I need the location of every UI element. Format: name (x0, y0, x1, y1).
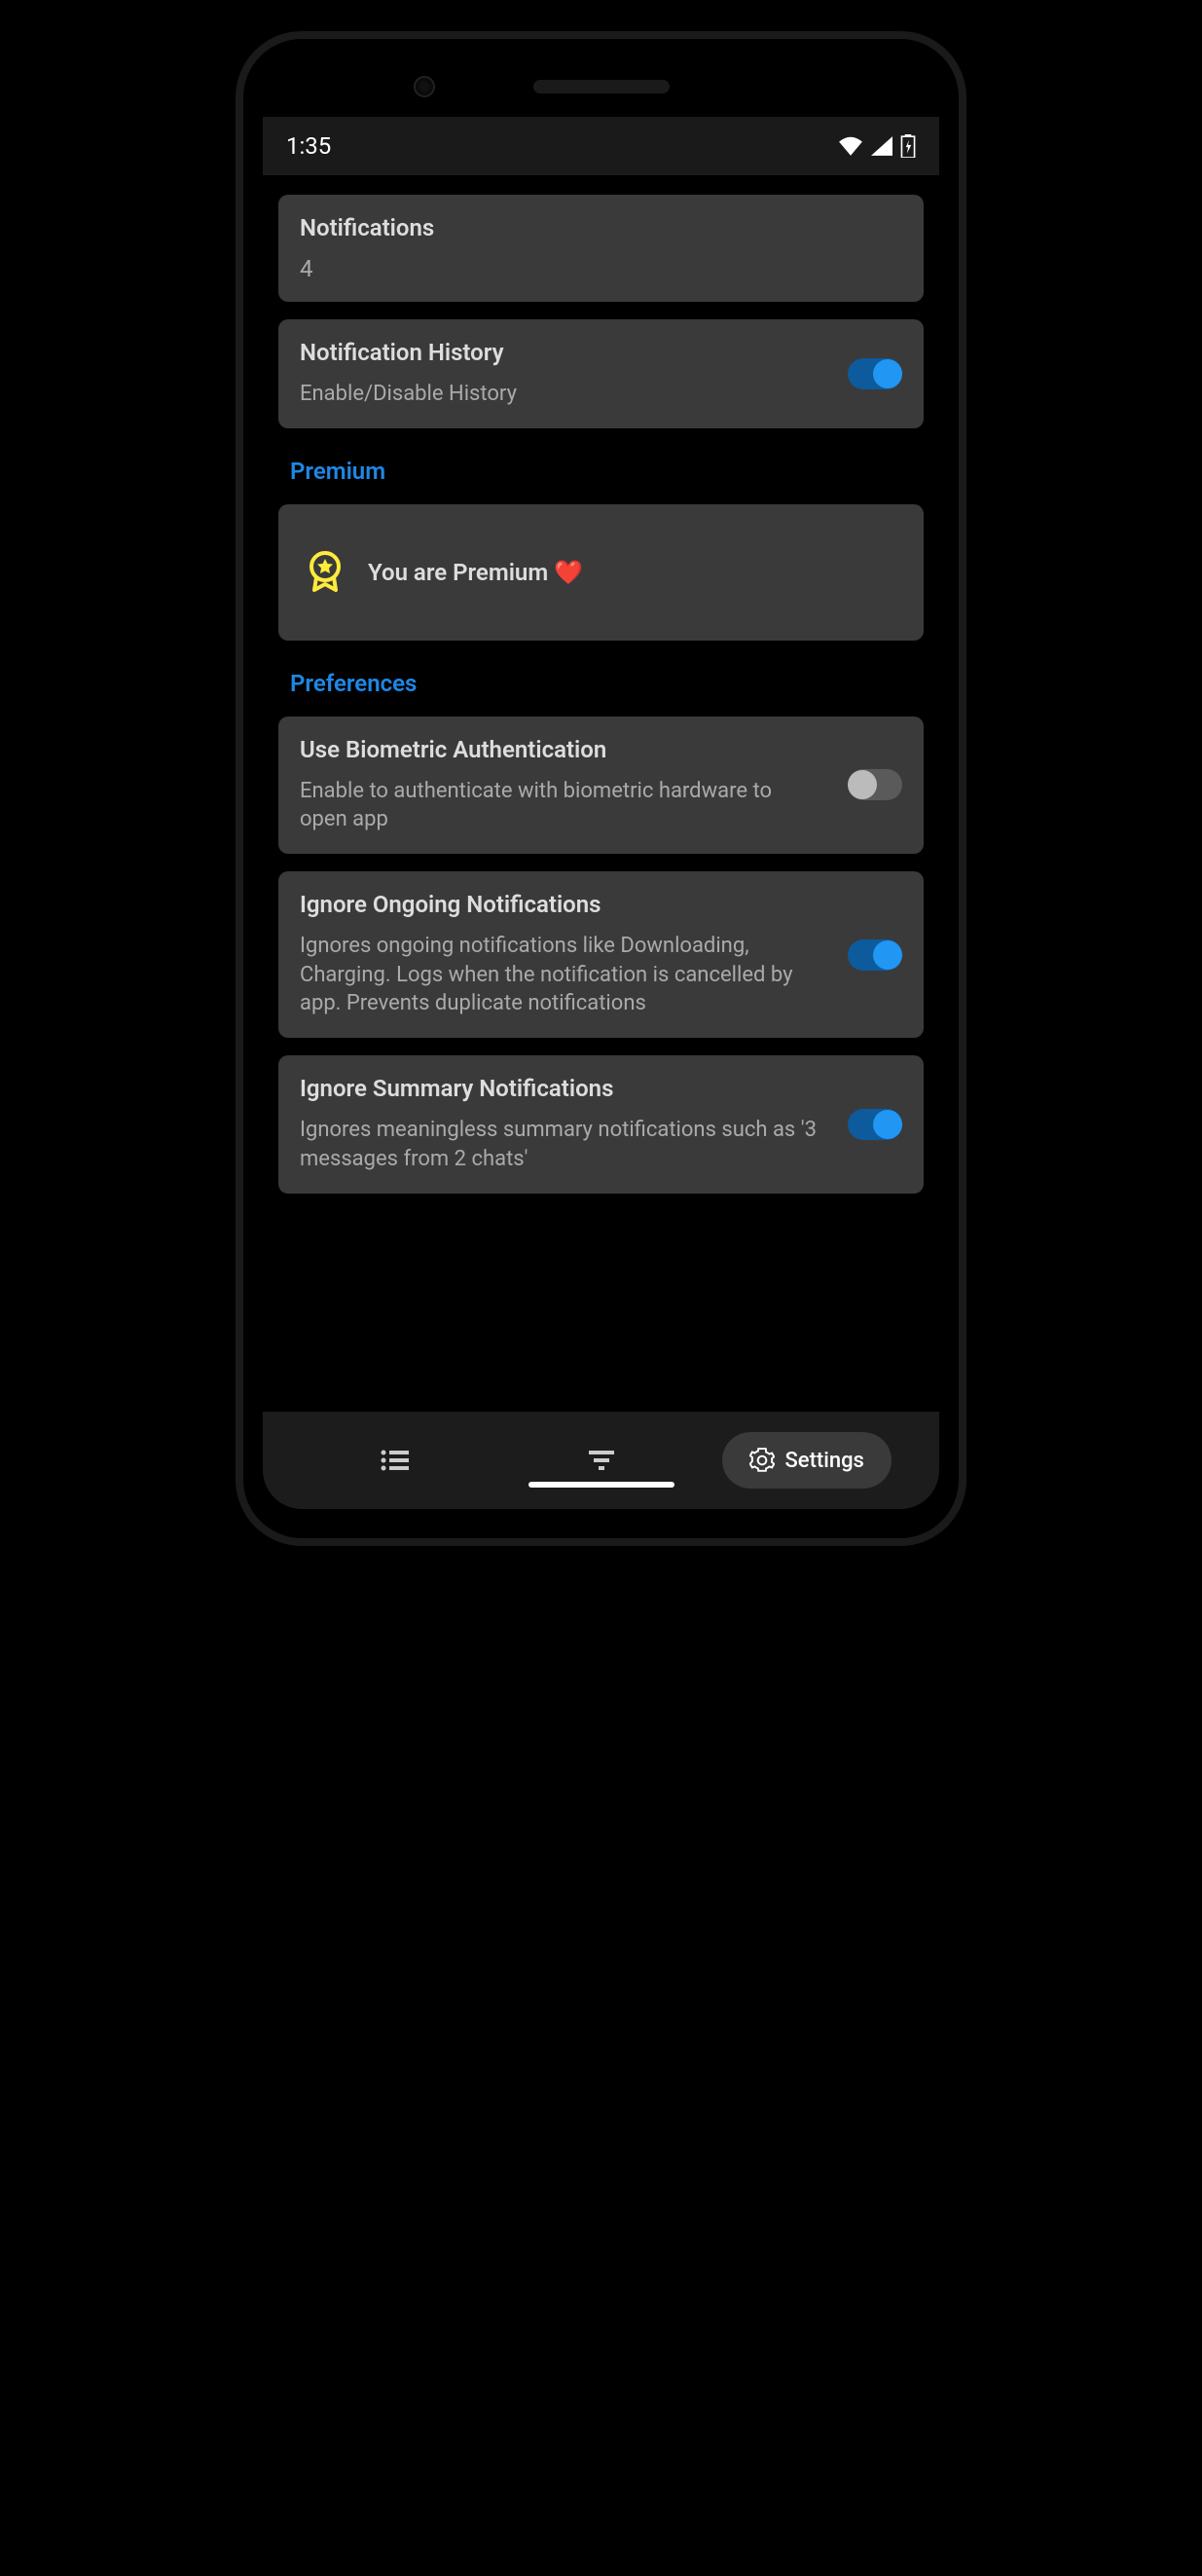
nav-list-button[interactable] (292, 1450, 498, 1471)
history-toggle[interactable] (848, 358, 902, 389)
biometric-auth-card[interactable]: Use Biometric Authentication Enable to a… (278, 717, 924, 854)
ignore-summary-toggle[interactable] (848, 1109, 902, 1140)
ignore-ongoing-toggle[interactable] (848, 939, 902, 971)
toggle-thumb (873, 940, 902, 970)
phone-camera (414, 76, 435, 97)
phone-frame: 1:35 Notifications 4 Notification Histor… (243, 39, 959, 1538)
status-icons (838, 134, 916, 158)
filter-icon (589, 1451, 614, 1470)
toggle-thumb (848, 770, 877, 799)
ignore-summary-desc: Ignores meaningless summary notification… (300, 1116, 820, 1173)
battery-charging-icon (900, 134, 916, 158)
nav-settings-button[interactable]: Settings (722, 1432, 891, 1489)
toggle-thumb (873, 359, 902, 388)
gear-icon (749, 1448, 775, 1473)
home-indicator[interactable] (528, 1482, 674, 1488)
history-desc: Enable/Disable History (300, 380, 820, 409)
premium-badge-icon (306, 551, 345, 594)
status-time: 1:35 (286, 132, 331, 160)
premium-section-header: Premium (290, 458, 924, 485)
history-title: Notification History (300, 339, 820, 366)
nav-settings-label: Settings (784, 1449, 863, 1473)
notification-history-card[interactable]: Notification History Enable/Disable Hist… (278, 319, 924, 428)
notifications-card[interactable]: Notifications 4 (278, 195, 924, 302)
toggle-thumb (873, 1110, 902, 1139)
bottom-nav: Settings (263, 1412, 939, 1509)
biometric-toggle[interactable] (848, 769, 902, 800)
preferences-section-header: Preferences (290, 670, 924, 697)
ignore-summary-title: Ignore Summary Notifications (300, 1075, 820, 1102)
notifications-count: 4 (300, 255, 902, 282)
screen: 1:35 Notifications 4 Notification Histor… (263, 68, 939, 1509)
status-bar: 1:35 (263, 117, 939, 175)
content-area[interactable]: Notifications 4 Notification History Ena… (263, 175, 939, 1412)
notifications-title: Notifications (300, 214, 902, 241)
list-icon (381, 1450, 410, 1471)
ignore-ongoing-title: Ignore Ongoing Notifications (300, 891, 820, 918)
premium-status-text: You are Premium ❤️ (368, 559, 583, 586)
biometric-desc: Enable to authenticate with biometric ha… (300, 777, 820, 834)
nav-filter-button[interactable] (498, 1451, 705, 1470)
phone-speaker (533, 80, 670, 93)
signal-icon (871, 136, 892, 156)
wifi-icon (838, 136, 863, 156)
ignore-ongoing-card[interactable]: Ignore Ongoing Notifications Ignores ong… (278, 871, 924, 1038)
ignore-ongoing-desc: Ignores ongoing notifications like Downl… (300, 932, 820, 1018)
ignore-summary-card[interactable]: Ignore Summary Notifications Ignores mea… (278, 1055, 924, 1193)
nav-settings-wrapper: Settings (704, 1432, 910, 1489)
premium-card[interactable]: You are Premium ❤️ (278, 504, 924, 641)
biometric-title: Use Biometric Authentication (300, 736, 820, 763)
